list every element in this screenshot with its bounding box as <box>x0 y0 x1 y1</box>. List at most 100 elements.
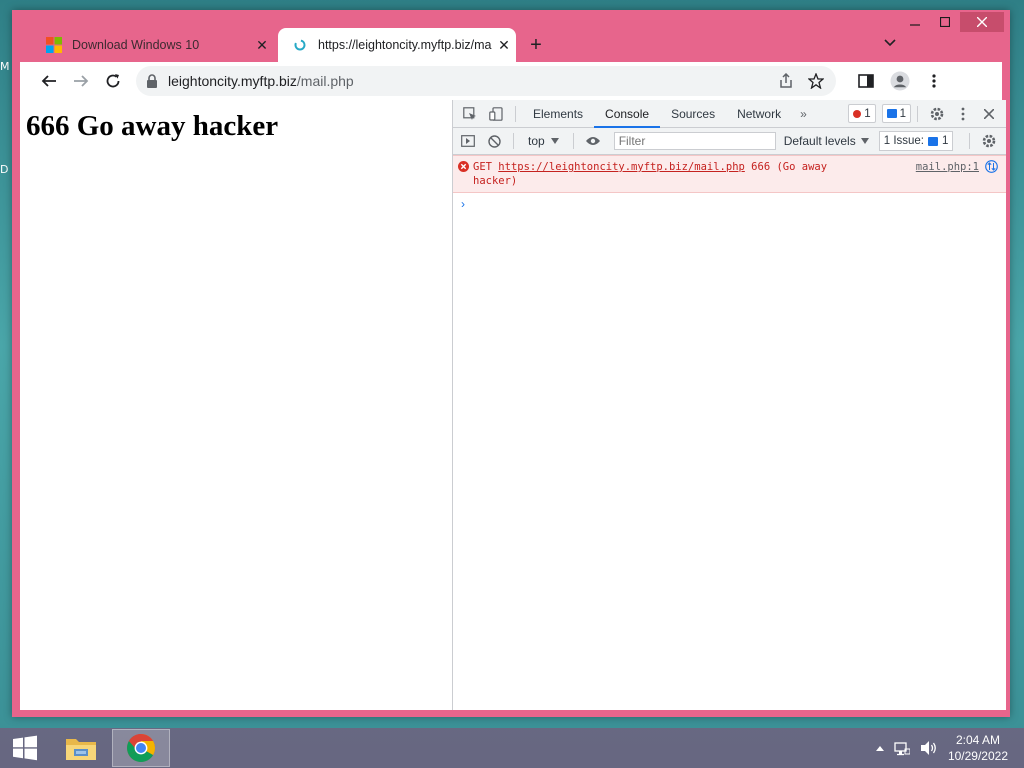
taskbar-chrome[interactable] <box>112 729 170 767</box>
error-status-text: 666 (Go away <box>751 161 828 173</box>
devtools-tab-sources[interactable]: Sources <box>660 100 726 127</box>
devtools-tab-network[interactable]: Network <box>726 100 792 127</box>
divider <box>515 105 516 122</box>
dropdown-triangle-icon <box>550 138 559 144</box>
taskbar-file-explorer[interactable] <box>52 729 110 767</box>
request-method: GET <box>473 161 492 173</box>
devtools-menu-button[interactable] <box>950 101 976 127</box>
tab-title: Download Windows 10 <box>72 38 200 52</box>
divider <box>917 105 918 122</box>
error-circle-icon <box>453 160 473 172</box>
message-count-badge[interactable]: 1 <box>881 104 911 123</box>
more-tabs-chevron-icon[interactable]: » <box>792 107 815 121</box>
tab-close-button[interactable]: ✕ <box>250 37 274 54</box>
close-icon <box>984 108 994 119</box>
message-icon <box>928 136 939 146</box>
console-filter-bar: top Default levels 1 Issue: 1 <box>453 128 1006 155</box>
taskbar: 2:04 AM 10/29/2022 <box>0 728 1024 768</box>
show-hidden-icons-icon[interactable] <box>875 745 884 751</box>
show-sidebar-button[interactable] <box>455 128 481 154</box>
dropdown-triangle-icon <box>860 138 869 144</box>
loading-globe-icon <box>294 39 306 51</box>
issues-count: 1 <box>942 135 949 147</box>
clock-time: 2:04 AM <box>955 733 1000 747</box>
profile-button[interactable] <box>890 71 910 91</box>
lock-icon <box>147 74 157 88</box>
network-icon[interactable] <box>894 740 910 756</box>
divider <box>513 133 514 149</box>
devtools-tab-bar: Elements Console Sources Network » 1 1 <box>453 100 1006 128</box>
new-tab-button[interactable]: + <box>524 34 548 58</box>
network-request-icon[interactable] <box>985 160 998 173</box>
address-bar[interactable]: leightoncity.myftp.biz/mail.php <box>136 66 836 96</box>
devtools-settings-button[interactable] <box>924 101 950 127</box>
eye-icon <box>585 137 600 145</box>
divider <box>969 133 970 149</box>
error-count: 1 <box>864 107 871 120</box>
close-icon <box>977 17 987 27</box>
live-expression-button[interactable] <box>580 128 606 154</box>
volume-icon[interactable] <box>920 740 938 756</box>
message-icon <box>886 109 897 118</box>
browser-window: Download Windows 10 ✕ https://leightonci… <box>12 10 1010 717</box>
forward-button[interactable] <box>66 66 96 96</box>
minimize-icon <box>910 24 920 26</box>
devtools-close-button[interactable] <box>976 101 1002 127</box>
gear-icon <box>930 107 944 120</box>
inspect-element-button[interactable] <box>457 101 483 127</box>
console-filter-input[interactable] <box>613 132 776 150</box>
menu-button[interactable] <box>924 71 944 91</box>
back-button[interactable] <box>34 66 64 96</box>
devtools-tab-console[interactable]: Console <box>594 100 661 128</box>
star-icon[interactable] <box>808 73 824 89</box>
tab-download-windows[interactable]: Download Windows 10 ✕ <box>32 28 274 62</box>
error-status-text-continued: hacker) <box>473 175 518 187</box>
devtools-tab-elements[interactable]: Elements <box>522 100 594 127</box>
devtools-panel: Elements Console Sources Network » 1 1 t… <box>453 100 1006 710</box>
gear-icon <box>982 134 996 148</box>
error-source[interactable]: mail.php:1 <box>916 160 998 173</box>
tab-strip: Download Windows 10 ✕ https://leightonci… <box>20 28 1002 62</box>
arrow-left-icon <box>41 75 56 87</box>
divider <box>572 133 574 149</box>
sidebar-play-icon <box>461 135 475 147</box>
side-panel-icon <box>858 74 874 88</box>
console-error-message: GET https://leightoncity.myftp.biz/mail.… <box>453 155 1006 193</box>
reload-button[interactable] <box>98 66 128 96</box>
page-heading: 666 Go away hacker <box>26 110 279 142</box>
avatar-icon <box>890 71 910 91</box>
arrow-right-icon <box>74 75 89 87</box>
issues-label: 1 Issue: <box>883 135 925 147</box>
tab-mail-php[interactable]: https://leightoncity.myftp.biz/mail.php … <box>278 28 516 62</box>
kebab-menu-icon <box>932 74 936 88</box>
tab-search-button[interactable] <box>884 36 896 50</box>
error-count-badge[interactable]: 1 <box>848 104 876 123</box>
url-host: leightoncity.myftp.biz <box>168 73 297 89</box>
error-source-link[interactable]: mail.php:1 <box>916 161 979 173</box>
inspect-cursor-icon <box>463 106 476 120</box>
message-count: 1 <box>899 107 906 120</box>
browser-toolbar: leightoncity.myftp.biz/mail.php <box>20 62 1002 101</box>
kebab-menu-icon <box>961 107 965 120</box>
log-levels-dropdown[interactable]: Default levels <box>784 134 869 148</box>
error-url-link[interactable]: https://leightoncity.myftp.biz/mail.php <box>498 161 745 173</box>
microsoft-logo-icon <box>46 37 62 53</box>
context-label: top <box>528 134 545 148</box>
device-toolbar-button[interactable] <box>483 101 509 127</box>
context-selector[interactable]: top <box>520 134 567 148</box>
clock-date: 10/29/2022 <box>947 749 1008 763</box>
clock[interactable]: 2:04 AM 10/29/2022 <box>948 732 1008 764</box>
issues-button[interactable]: 1 Issue: 1 <box>878 131 954 151</box>
chevron-down-icon <box>884 39 896 47</box>
share-icon[interactable] <box>778 73 794 89</box>
side-panel-button[interactable] <box>856 71 876 91</box>
tab-title: https://leightoncity.myftp.biz/mail.php <box>318 38 492 52</box>
clear-console-button[interactable] <box>481 128 507 154</box>
start-button[interactable] <box>0 728 50 768</box>
folder-icon <box>66 739 96 760</box>
tab-close-button[interactable]: ✕ <box>492 37 516 54</box>
console-settings-button[interactable] <box>976 128 1002 154</box>
chrome-logo-icon <box>127 734 155 762</box>
windows-logo-icon <box>13 735 37 761</box>
console-prompt[interactable]: › <box>453 193 1006 215</box>
